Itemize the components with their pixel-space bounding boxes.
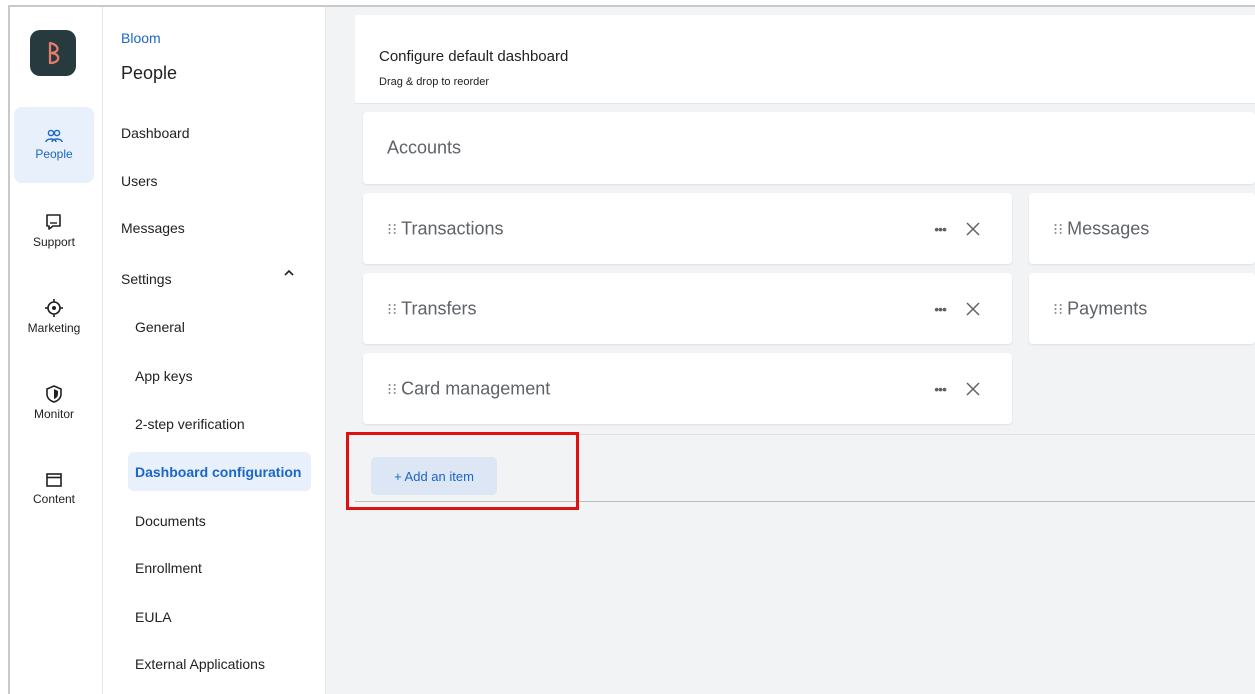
rail-item-monitor[interactable]: Monitor	[14, 365, 94, 441]
section-title: People	[121, 63, 178, 83]
dashboard-card-transfers[interactable]: ⁝⁝ Transfers •••	[363, 273, 1012, 344]
nav-item-settings[interactable]: Settings	[121, 271, 172, 287]
card-label: Transfers	[401, 298, 477, 318]
nav-item-eula[interactable]: EULA	[135, 609, 172, 625]
card-label: Card management	[401, 378, 551, 398]
drag-handle-icon[interactable]: ⁝⁝	[387, 301, 397, 318]
dashboard-card-card-management[interactable]: ⁝⁝ Card management •••	[363, 353, 1012, 424]
bloom-logo-icon	[48, 41, 60, 65]
bloom-logo[interactable]	[30, 30, 76, 76]
nav-item-dashboard[interactable]: Dashboard	[121, 125, 190, 141]
drag-handle-icon[interactable]: ⁝⁝	[387, 221, 397, 238]
rail-item-content-label: Content	[32, 492, 76, 506]
rail-item-marketing[interactable]: Marketing	[14, 279, 94, 355]
secondary-nav: Bloom People Dashboard Users Messages Se…	[103, 7, 326, 694]
card-label-row: ⁝⁝ Transactions	[387, 218, 504, 239]
nav-item-users[interactable]: Users	[121, 173, 158, 189]
nav-item-documents[interactable]: Documents	[135, 513, 206, 529]
card-label-row: ⁝⁝ Transfers	[387, 298, 477, 319]
nav-item-external-applications[interactable]: External Applications	[135, 656, 265, 672]
chat-icon	[46, 214, 61, 230]
rail-item-support-label: Support	[32, 235, 76, 249]
rail-item-monitor-label: Monitor	[33, 407, 74, 421]
card-label-row: ⁝⁝ Card management	[387, 378, 550, 399]
close-icon[interactable]	[966, 301, 980, 316]
dashboard-card-payments[interactable]: ⁝⁝ Payments	[1029, 273, 1255, 344]
nav-item-enrollment[interactable]: Enrollment	[135, 560, 202, 576]
rail-item-people-label: People	[35, 147, 73, 161]
drag-handle-icon[interactable]: ⁝⁝	[387, 381, 397, 398]
page-header: Configure default dashboard Drag & drop …	[355, 15, 1255, 104]
nav-item-dashboard-configuration-label: Dashboard configuration	[135, 464, 302, 480]
rail-item-content[interactable]: Content	[14, 451, 94, 527]
close-icon[interactable]	[966, 381, 980, 396]
rail-item-support[interactable]: Support	[14, 193, 94, 269]
card-label: Transactions	[401, 218, 504, 238]
more-icon[interactable]: •••	[934, 221, 947, 237]
more-icon[interactable]: •••	[934, 301, 947, 317]
nav-item-2-step-verification[interactable]: 2-step verification	[135, 416, 245, 432]
brand-name[interactable]: Bloom	[121, 30, 161, 46]
target-icon	[45, 299, 63, 317]
primary-rail: People Support Marketing Monitor Content	[10, 7, 103, 694]
shield-icon	[46, 385, 62, 403]
nav-item-app-keys[interactable]: App keys	[135, 368, 193, 384]
people-icon	[45, 129, 63, 143]
page-subtitle: Drag & drop to reorder	[379, 76, 490, 88]
dashboard-card-accounts[interactable]: Accounts	[363, 112, 1255, 184]
nav-item-messages[interactable]: Messages	[121, 220, 185, 236]
card-label-row: ⁝⁝ Payments	[1053, 298, 1147, 319]
close-icon[interactable]	[966, 221, 980, 236]
rail-item-marketing-label: Marketing	[27, 321, 81, 335]
card-label-row: ⁝⁝ Messages	[1053, 218, 1149, 239]
nav-item-general[interactable]: General	[135, 319, 185, 335]
rail-item-people[interactable]: People	[14, 107, 94, 183]
highlight-box	[346, 432, 579, 510]
page-title: Configure default dashboard	[379, 48, 569, 65]
more-icon[interactable]: •••	[934, 381, 947, 397]
app-frame: People Support Marketing Monitor Content…	[8, 5, 1255, 694]
card-label: Payments	[1067, 298, 1148, 318]
drag-handle-icon[interactable]: ⁝⁝	[1053, 221, 1063, 238]
dashboard-card-messages[interactable]: ⁝⁝ Messages	[1029, 193, 1255, 264]
card-label: Accounts	[387, 137, 462, 158]
drag-handle-icon[interactable]: ⁝⁝	[1053, 301, 1063, 318]
main-content: Configure default dashboard Drag & drop …	[326, 7, 1255, 694]
chevron-up-icon[interactable]	[283, 269, 295, 277]
dashboard-card-transactions[interactable]: ⁝⁝ Transactions •••	[363, 193, 1012, 264]
card-label: Messages	[1067, 218, 1150, 238]
window-icon	[46, 473, 62, 487]
